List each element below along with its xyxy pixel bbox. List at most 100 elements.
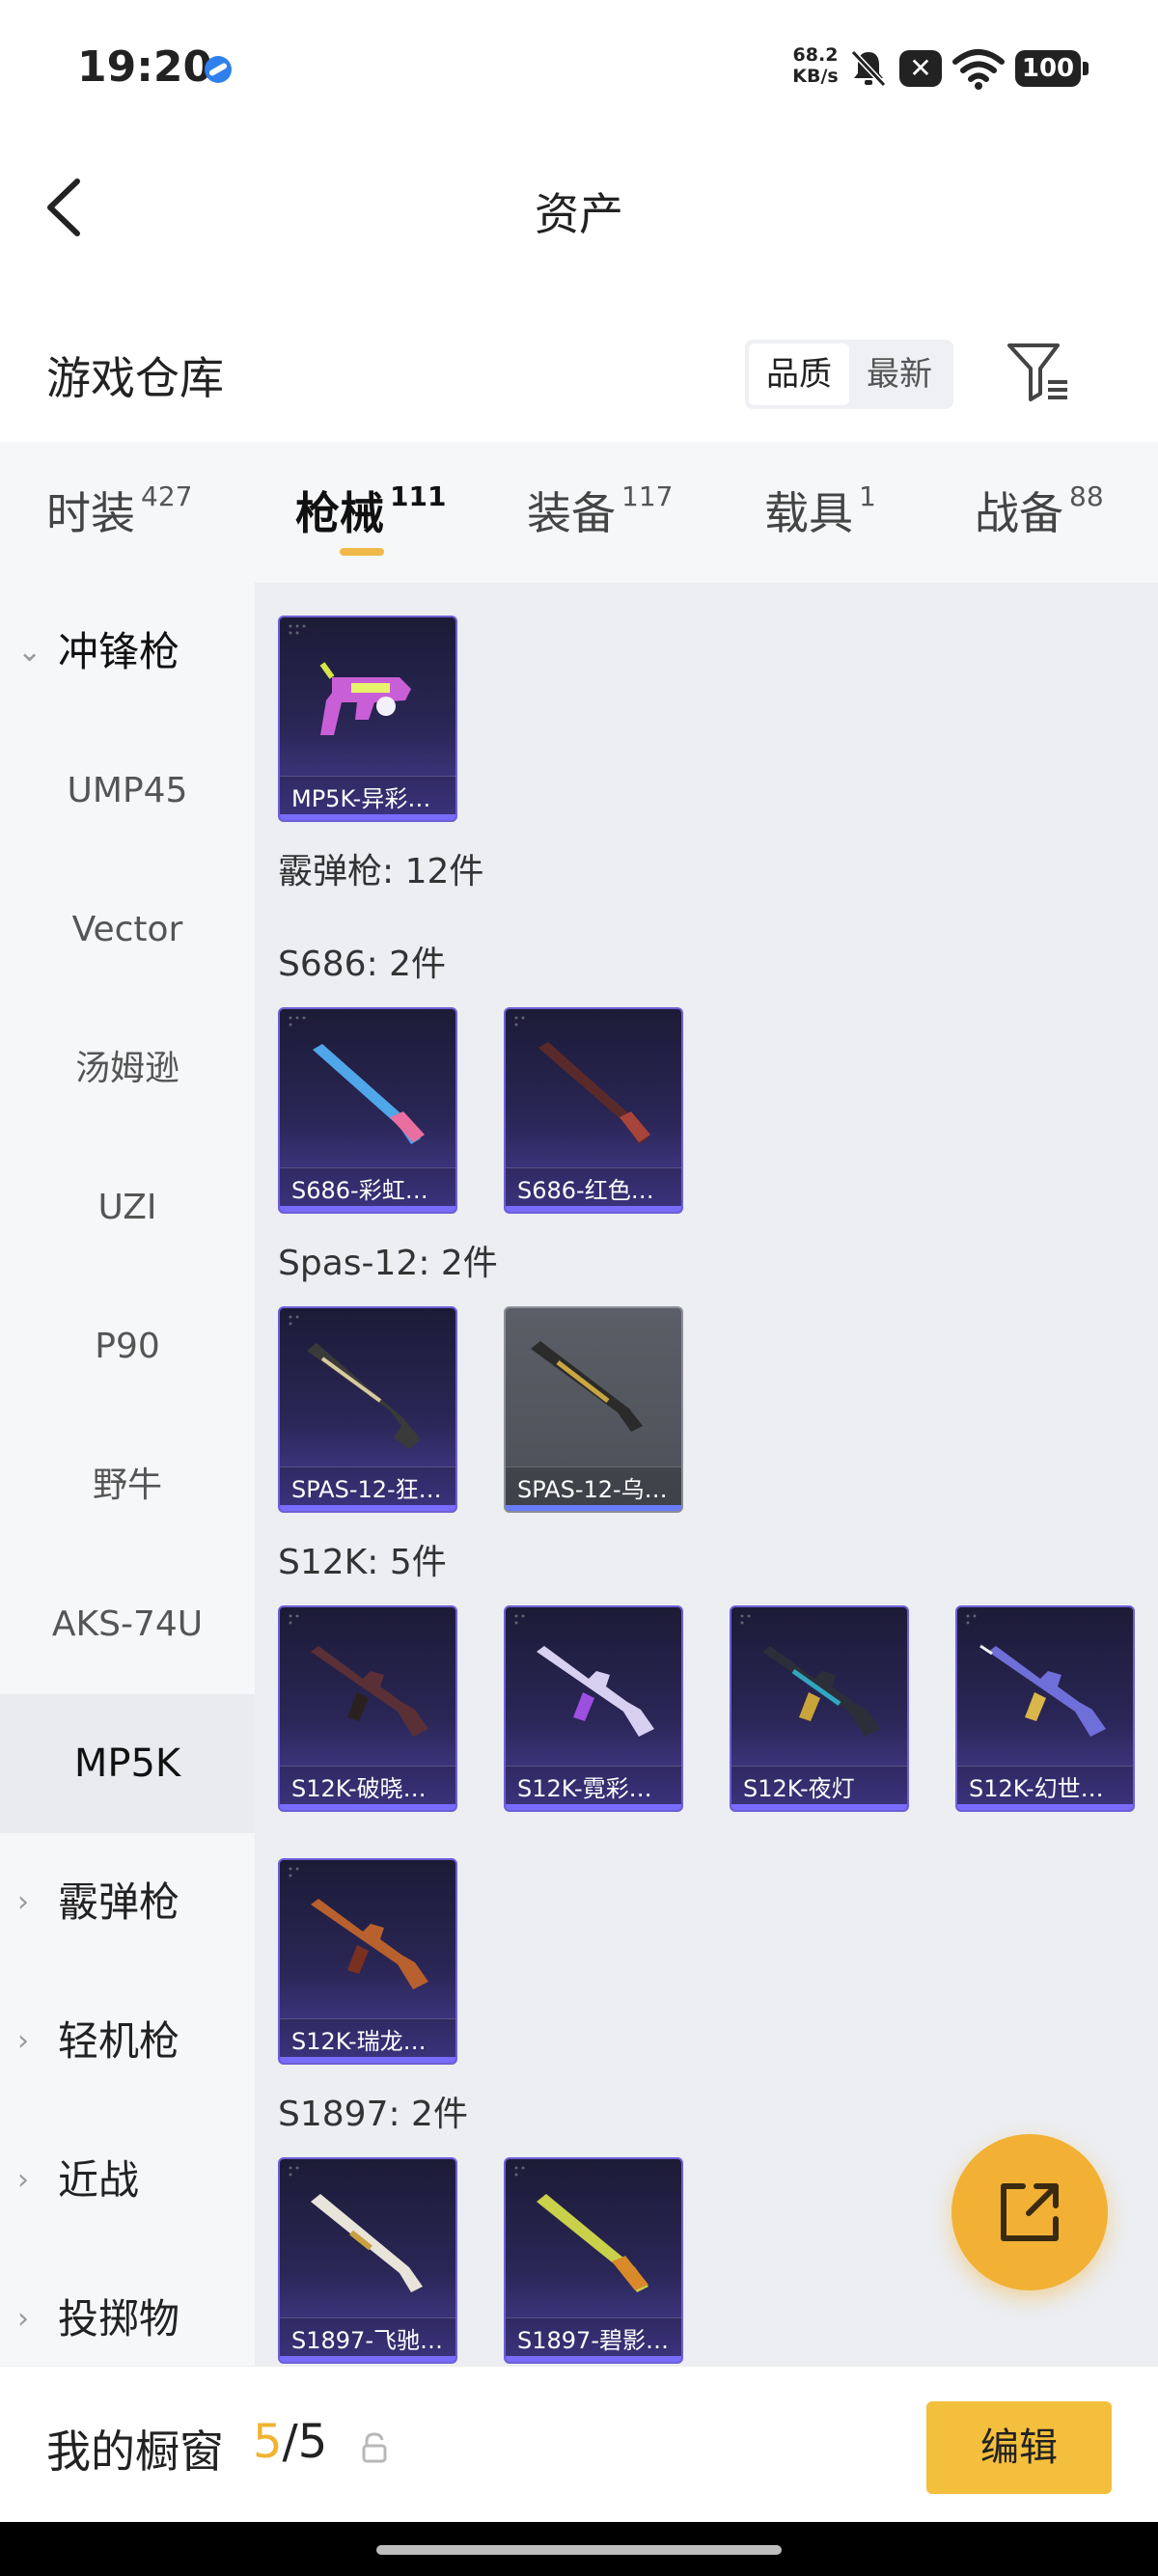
network-speed-value: 68.2 bbox=[792, 44, 839, 66]
item-name: MP5K-异彩… bbox=[280, 776, 455, 820]
sidebar-item-label: 冲锋枪 bbox=[58, 628, 180, 675]
showcase-separator: / bbox=[282, 2415, 298, 2469]
tab-equipment[interactable]: 装备 117 bbox=[527, 479, 673, 565]
shotgun-icon bbox=[311, 2194, 423, 2292]
rifle-icon bbox=[311, 1646, 428, 1737]
active-tab-indicator bbox=[340, 548, 384, 556]
rifle-icon bbox=[311, 1899, 428, 1989]
sidebar-item-vector[interactable]: Vector bbox=[0, 861, 255, 1000]
tab-vehicles[interactable]: 载具 1 bbox=[764, 479, 876, 565]
tab-label: 枪械 bbox=[295, 487, 384, 539]
item-card-s686-1[interactable]: S686-彩虹… bbox=[278, 1007, 457, 1214]
tab-count: 111 bbox=[390, 480, 447, 512]
tab-label: 战备 bbox=[975, 487, 1063, 539]
network-speed-unit: KB/s bbox=[792, 66, 839, 87]
x-icon: ✕ bbox=[899, 50, 942, 87]
item-name: S1897-飞驰… bbox=[280, 2317, 455, 2362]
network-speed: 68.2 KB/s bbox=[789, 44, 841, 87]
tab-battle-gear[interactable]: 战备 88 bbox=[975, 479, 1104, 565]
unlock-icon bbox=[362, 2432, 387, 2463]
group-label-s686: S686: 2件 bbox=[278, 945, 447, 984]
group-label-shotgun-total: 霰弹枪: 12件 bbox=[278, 852, 484, 891]
sidebar-item-label: 轻机枪 bbox=[58, 2017, 180, 2065]
group-label-s1897: S1897: 2件 bbox=[278, 2095, 468, 2134]
item-card-s12k-4[interactable]: S12K-幻世战… bbox=[955, 1605, 1135, 1812]
showcase-total: 5 bbox=[297, 2415, 328, 2469]
edit-button[interactable]: 编辑 bbox=[926, 2401, 1112, 2494]
group-label-s12k: S12K: 5件 bbox=[278, 1543, 447, 1582]
item-card-s1897-1[interactable]: S1897-飞驰… bbox=[278, 2157, 457, 2364]
sidebar-item-p90[interactable]: P90 bbox=[0, 1277, 255, 1416]
shotgun-icon bbox=[537, 2194, 648, 2292]
weapon-grid: MP5K-异彩… 霰弹枪: 12件 S686: 2件 S686-彩虹… S686… bbox=[255, 583, 1158, 2366]
sidebar-item-thompson[interactable]: 汤姆逊 bbox=[0, 1000, 255, 1138]
sidebar-item-uzi[interactable]: UZI bbox=[0, 1138, 255, 1277]
item-name: S12K-破晓战魂 bbox=[280, 1766, 455, 1810]
group-label-spas12: Spas-12: 2件 bbox=[278, 1244, 498, 1283]
sidebar-item-melee[interactable]: › 近战 bbox=[0, 2111, 255, 2250]
tab-label: 载具 bbox=[764, 487, 853, 539]
sidebar-item-mp5k[interactable]: MP5K bbox=[0, 1694, 255, 1833]
item-card-mp5k[interactable]: MP5K-异彩… bbox=[278, 616, 457, 822]
rifle-icon bbox=[762, 1646, 880, 1737]
wifi-icon bbox=[952, 49, 1005, 90]
page-title: 资产 bbox=[535, 188, 623, 240]
bell-muted-icon bbox=[850, 49, 887, 88]
system-nav-bar bbox=[0, 2522, 1158, 2576]
item-name: SPAS-12-乌… bbox=[506, 1466, 681, 1511]
sidebar-item-aks74u[interactable]: AKS-74U bbox=[0, 1555, 255, 1694]
shotgun-icon bbox=[538, 1042, 650, 1144]
item-name: S12K-夜灯 bbox=[731, 1766, 907, 1810]
smg-icon bbox=[319, 662, 411, 735]
weapon-type-sidebar: ⌄ 冲锋枪 UMP45 Vector 汤姆逊 UZI P90 野牛 AKS-74… bbox=[0, 583, 255, 2366]
rifle-icon bbox=[979, 1644, 1106, 1737]
tab-count: 88 bbox=[1069, 480, 1104, 512]
showcase-bar: 我的橱窗 5/5 编辑 bbox=[0, 2366, 1158, 2522]
battery-icon: 100 bbox=[1015, 50, 1089, 87]
sort-newest-button[interactable]: 最新 bbox=[849, 343, 950, 405]
sidebar-item-ump45[interactable]: UMP45 bbox=[0, 722, 255, 861]
tab-fashion[interactable]: 时装 427 bbox=[46, 479, 192, 565]
tab-label: 时装 bbox=[46, 487, 135, 539]
showcase-count: 5/5 bbox=[253, 2415, 327, 2469]
item-card-s12k-3[interactable]: S12K-夜灯 bbox=[730, 1605, 909, 1812]
chevron-right-icon: › bbox=[17, 2024, 29, 2058]
chevron-down-icon: ⌄ bbox=[17, 635, 42, 669]
sort-quality-button[interactable]: 品质 bbox=[749, 343, 849, 405]
item-name: S686-彩虹… bbox=[280, 1167, 455, 1212]
filter-icon[interactable] bbox=[1004, 340, 1073, 403]
item-card-s12k-5[interactable]: S12K-瑞龙福将 bbox=[278, 1858, 457, 2065]
sidebar-item-smg[interactable]: ⌄ 冲锋枪 bbox=[0, 583, 255, 722]
sort-toggle: 品质 最新 bbox=[745, 340, 953, 409]
showcase-used: 5 bbox=[253, 2415, 283, 2469]
sidebar-item-lmg[interactable]: › 轻机枪 bbox=[0, 1972, 255, 2111]
browser-icon bbox=[205, 56, 232, 83]
item-card-s12k-2[interactable]: S12K-霓彩脉冲 bbox=[504, 1605, 683, 1812]
status-time: 19:20 bbox=[77, 42, 213, 92]
shotgun-icon bbox=[307, 1343, 421, 1449]
chevron-right-icon: › bbox=[17, 1885, 29, 1919]
shotgun-icon bbox=[531, 1341, 643, 1432]
item-card-s12k-1[interactable]: S12K-破晓战魂 bbox=[278, 1605, 457, 1812]
sidebar-item-label: 投掷物 bbox=[58, 2295, 180, 2343]
item-card-spas12-1[interactable]: SPAS-12-狂… bbox=[278, 1306, 457, 1513]
sidebar-item-label: 霰弹枪 bbox=[58, 1878, 180, 1926]
tab-count: 427 bbox=[141, 480, 193, 512]
item-name: S12K-幻世战… bbox=[957, 1766, 1133, 1810]
share-button[interactable] bbox=[951, 2134, 1108, 2290]
chevron-right-icon: › bbox=[17, 2163, 29, 2197]
item-name: S686-红色… bbox=[506, 1167, 681, 1212]
item-name: S12K-瑞龙福将 bbox=[280, 2018, 455, 2063]
sidebar-item-bizon[interactable]: 野牛 bbox=[0, 1416, 255, 1555]
sidebar-item-shotgun[interactable]: › 霰弹枪 bbox=[0, 1833, 255, 1972]
home-indicator[interactable] bbox=[376, 2545, 782, 2555]
app-root: 19:20 68.2 KB/s ✕ 100 资产 游戏仓库 品质 最新 时装 4… bbox=[0, 0, 1158, 2576]
tab-count: 1 bbox=[859, 480, 876, 512]
item-name: S12K-霓彩脉冲 bbox=[506, 1766, 681, 1810]
item-card-s686-2[interactable]: S686-红色… bbox=[504, 1007, 683, 1214]
rifle-icon bbox=[537, 1646, 654, 1737]
showcase-label: 我的橱窗 bbox=[46, 2425, 224, 2478]
item-card-s1897-2[interactable]: S1897-碧影… bbox=[504, 2157, 683, 2364]
section-title: 游戏仓库 bbox=[46, 352, 224, 404]
item-card-spas12-2[interactable]: SPAS-12-乌… bbox=[504, 1306, 683, 1513]
